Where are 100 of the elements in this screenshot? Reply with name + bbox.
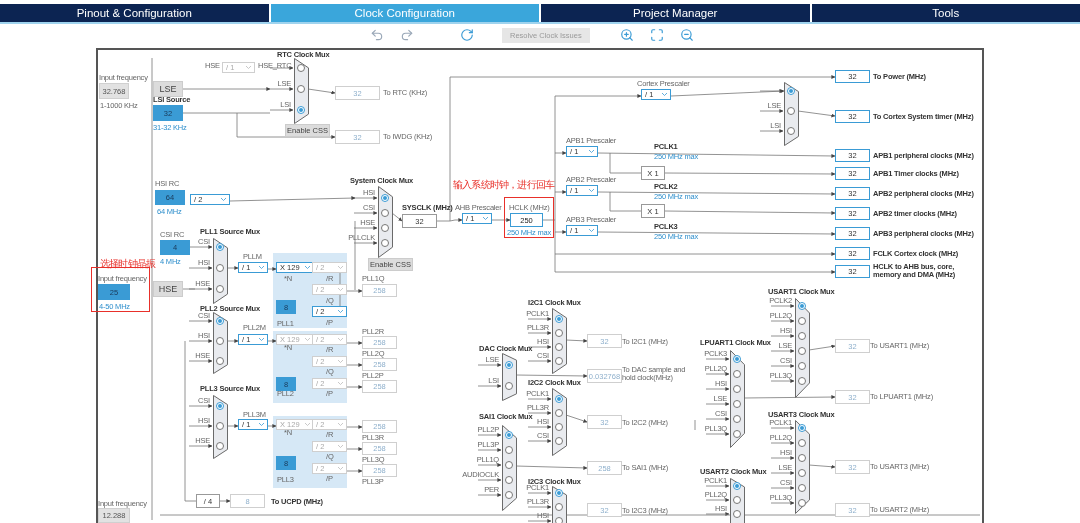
radio-button[interactable] [555, 409, 563, 417]
radio-button[interactable] [733, 385, 741, 393]
radio-button[interactable] [216, 402, 224, 410]
fit-screen-icon[interactable] [649, 28, 664, 42]
redo-icon[interactable] [400, 28, 414, 42]
radio-button[interactable] [733, 496, 741, 504]
caret-icon [338, 467, 343, 470]
radio-button[interactable] [505, 491, 513, 499]
tab[interactable]: Tools [811, 4, 1080, 22]
radio-button[interactable] [798, 332, 806, 340]
radio-button[interactable] [297, 64, 305, 72]
radio-button[interactable] [555, 357, 563, 365]
caret-icon [305, 266, 310, 269]
radio-button[interactable] [798, 377, 806, 385]
radio-button[interactable] [381, 194, 389, 202]
radio-button[interactable] [798, 499, 806, 507]
radio-button[interactable] [787, 127, 795, 135]
mux-body [213, 238, 228, 304]
radio-button[interactable] [733, 482, 741, 490]
radio-button[interactable] [216, 264, 224, 272]
radio-button[interactable] [381, 239, 389, 247]
caret-icon [338, 288, 343, 291]
value-field: LSE [153, 81, 183, 97]
radio-button[interactable] [798, 347, 806, 355]
caret-icon [338, 360, 343, 363]
caret-icon [221, 198, 226, 201]
radio-button[interactable] [505, 446, 513, 454]
radio-button[interactable] [505, 461, 513, 469]
caret-icon [338, 445, 343, 448]
caret-icon [589, 150, 594, 153]
radio-button[interactable] [555, 437, 563, 445]
radio-button[interactable] [216, 357, 224, 365]
tab[interactable]: Project Manager [541, 4, 810, 22]
radio-button[interactable] [787, 87, 795, 95]
value-field: HSE [153, 281, 183, 297]
radio-button[interactable] [555, 423, 563, 431]
radio-button[interactable] [216, 442, 224, 450]
undo-icon[interactable] [370, 28, 384, 42]
radio-button[interactable] [798, 424, 806, 432]
caret-icon [305, 338, 310, 341]
radio-button[interactable] [555, 315, 563, 323]
highlight-frame [91, 267, 150, 312]
caret-icon [483, 217, 488, 220]
caret-icon [259, 338, 264, 341]
radio-button[interactable] [798, 439, 806, 447]
radio-button[interactable] [555, 489, 563, 497]
mux-body [784, 82, 799, 146]
caret-icon [338, 382, 343, 385]
radio-button[interactable] [505, 476, 513, 484]
radio-button[interactable] [798, 317, 806, 325]
radio-button[interactable] [555, 503, 563, 511]
mux-body [213, 395, 228, 459]
radio-button[interactable] [798, 454, 806, 462]
radio-button[interactable] [216, 285, 224, 293]
radio-button[interactable] [733, 370, 741, 378]
caret-icon [259, 266, 264, 269]
tab[interactable]: Clock Configuration [270, 4, 539, 22]
radio-button[interactable] [733, 415, 741, 423]
caret-icon [589, 229, 594, 232]
radio-button[interactable] [505, 382, 513, 390]
radio-button[interactable] [555, 343, 563, 351]
radio-button[interactable] [555, 329, 563, 337]
radio-button[interactable] [216, 317, 224, 325]
radio-button[interactable] [216, 422, 224, 430]
radio-button[interactable] [798, 362, 806, 370]
radio-button[interactable] [733, 430, 741, 438]
caret-icon [338, 266, 343, 269]
radio-button[interactable] [733, 355, 741, 363]
radio-button[interactable] [733, 400, 741, 408]
caret-icon [246, 66, 251, 69]
mux-body [294, 58, 309, 124]
radio-button[interactable] [297, 106, 305, 114]
zoom-out-icon[interactable] [679, 28, 694, 42]
caret-icon [338, 423, 343, 426]
radio-button[interactable] [798, 302, 806, 310]
radio-button[interactable] [381, 224, 389, 232]
radio-button[interactable] [555, 395, 563, 403]
radio-button[interactable] [555, 517, 563, 523]
radio-button[interactable] [381, 209, 389, 217]
caret-icon [662, 93, 667, 96]
radio-button[interactable] [505, 431, 513, 439]
radio-button[interactable] [787, 107, 795, 115]
caret-icon [305, 423, 310, 426]
annotation-text: 输入系统时钟，进行回车 [453, 178, 555, 192]
caret-icon [259, 423, 264, 426]
tab[interactable]: Pinout & Configuration [0, 4, 269, 22]
mux-body [502, 353, 517, 401]
caret-icon [338, 338, 343, 341]
radio-button[interactable] [297, 85, 305, 93]
mux-body [213, 312, 228, 374]
radio-button[interactable] [216, 337, 224, 345]
radio-button[interactable] [798, 484, 806, 492]
zoom-in-icon[interactable] [619, 28, 634, 42]
radio-button[interactable] [505, 361, 513, 369]
radio-button[interactable] [798, 469, 806, 477]
radio-button[interactable] [733, 510, 741, 518]
caret-icon [338, 310, 343, 313]
refresh-icon[interactable] [460, 28, 474, 42]
highlight-frame [504, 197, 554, 238]
radio-button[interactable] [216, 243, 224, 251]
